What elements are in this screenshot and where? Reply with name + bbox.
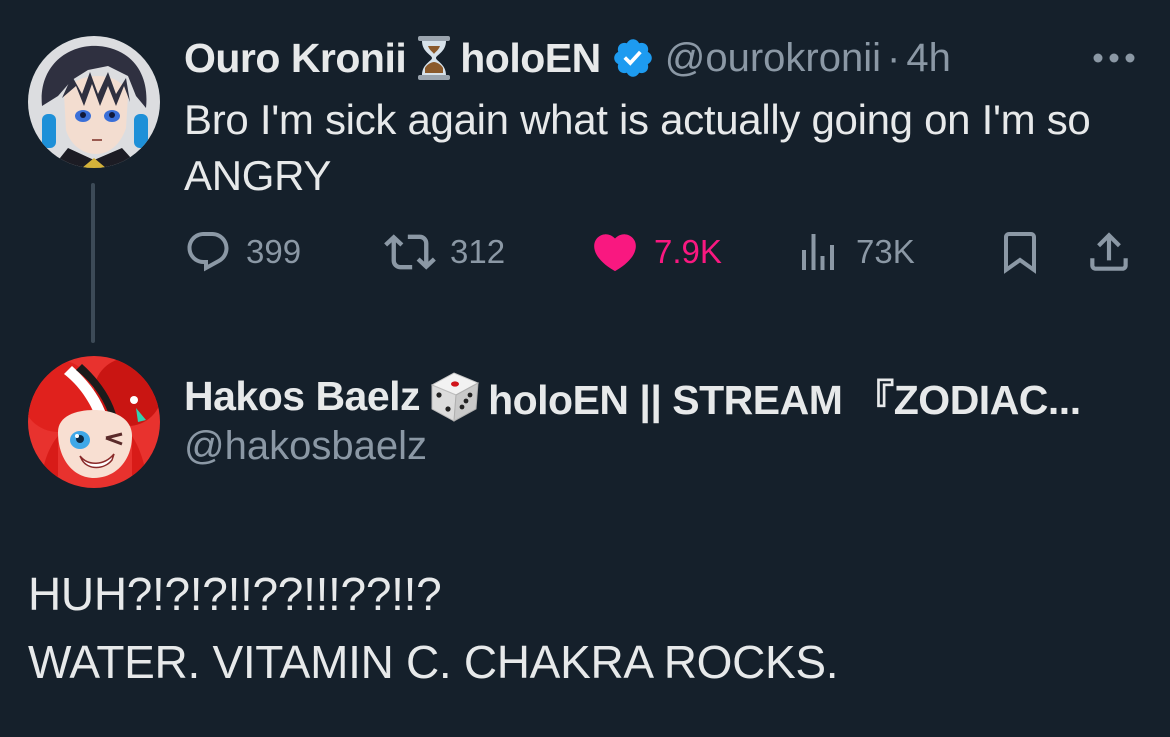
reply-count: 399 <box>246 233 302 270</box>
views-button[interactable]: 73K <box>794 226 915 278</box>
reply-header: Hakos Baelz holoEN || STREAM 『ZODIAC... <box>184 368 1081 424</box>
reply-icon <box>187 232 229 272</box>
repost-count: 312 <box>450 233 506 270</box>
reply-line-1: HUH?!?!?!!??!!!??!!? <box>28 568 442 620</box>
verified-badge-icon[interactable] <box>611 36 655 80</box>
meta-separator: · <box>887 35 901 80</box>
share-icon <box>1090 232 1128 271</box>
avatar-hakosbaelz[interactable] <box>28 356 160 488</box>
reply-text: HUH?!?!?!!??!!!??!!? WATER. VITAMIN C. C… <box>28 560 1148 696</box>
repost-icon <box>384 234 436 270</box>
hourglass-icon <box>414 34 454 82</box>
reply-author-display-name[interactable]: Hakos Baelz <box>184 373 421 420</box>
repost-button[interactable]: 312 <box>384 226 505 278</box>
tweet-header: Ouro Kronii holoEN @ourokronii · 4h <box>184 30 951 86</box>
views-count: 73K <box>856 233 915 270</box>
avatar-ourokronii[interactable] <box>28 36 160 168</box>
author-display-name[interactable]: Ouro Kronii <box>184 35 407 82</box>
author-badge-text[interactable]: holoEN <box>460 35 601 82</box>
bookmark-button[interactable] <box>996 226 1044 278</box>
reply-line-2: WATER. VITAMIN C. CHAKRA ROCKS. <box>28 636 839 688</box>
views-chart-icon <box>802 234 834 270</box>
author-handle[interactable]: @ourokronii <box>665 36 881 81</box>
reply-button[interactable]: 399 <box>184 226 301 278</box>
reply-author-badge-text[interactable]: holoEN || STREAM 『ZODIAC... <box>488 366 1081 426</box>
like-button[interactable]: 7.9K <box>590 226 722 278</box>
tweet-timestamp[interactable]: 4h <box>906 36 951 81</box>
heart-icon <box>594 234 636 272</box>
reply-author-handle[interactable]: @hakosbaelz <box>184 424 427 469</box>
share-button[interactable] <box>1084 226 1134 278</box>
more-options-icon[interactable] <box>1090 50 1138 66</box>
bookmark-icon <box>1004 232 1036 274</box>
tweet-text: Bro I'm sick again what is actually goin… <box>184 96 1091 199</box>
dice-icon <box>424 367 484 425</box>
like-count: 7.9K <box>654 233 722 270</box>
thread-connector-line <box>91 183 95 343</box>
